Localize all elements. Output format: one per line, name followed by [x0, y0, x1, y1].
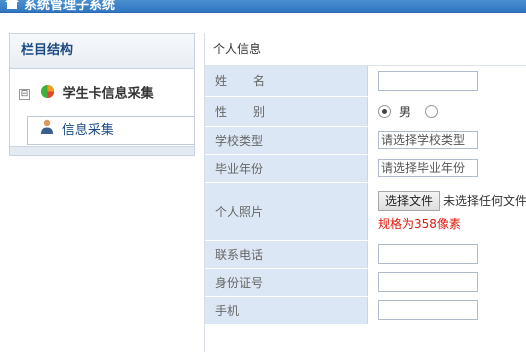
field-label: 性别: [205, 96, 368, 127]
tree-item-label: 信息采集: [61, 123, 114, 138]
field-label: 毕业年份: [205, 154, 368, 183]
phone-input[interactable]: [377, 244, 478, 264]
field-label: 姓名: [205, 66, 368, 97]
tree-node-label: 学生卡信息采集: [62, 86, 154, 102]
graduation-year-select[interactable]: 请选择毕业年份: [377, 159, 478, 177]
id-card-input[interactable]: [377, 272, 478, 292]
app-title: 系统管理子系统: [24, 0, 116, 13]
form-row-gender: 性别 男: [205, 96, 526, 127]
form-row-id-card: 身份证号: [205, 268, 526, 297]
gender-female-radio[interactable]: [424, 104, 438, 118]
name-input[interactable]: [377, 70, 478, 91]
photo-spec-hint: 规格为358像素: [377, 216, 461, 231]
field-label: 个人照片: [205, 182, 368, 241]
file-status: 未选择任何文件: [442, 194, 526, 208]
form-row-school-type: 学校类型 请选择学校类型: [205, 126, 526, 155]
form-row-mobile: 手机: [205, 296, 526, 325]
field-label: 身份证号: [205, 268, 368, 297]
sidebar: 栏目结构 ⊟ 学生卡信息采集 信息采集: [9, 33, 195, 156]
section-title: 个人信息: [205, 33, 526, 66]
field-label: 学校类型: [205, 126, 368, 155]
choose-file-button[interactable]: 选择文件: [377, 190, 440, 211]
gender-male-radio[interactable]: [377, 104, 391, 118]
personal-info-form: 姓名 性别 男 学校类型 请选择学校类型 毕业年份 请选择毕业年份 个人照片 选…: [205, 66, 526, 325]
mobile-input[interactable]: [377, 300, 478, 320]
field-label: 手机: [205, 296, 368, 325]
sidebar-header: 栏目结构: [10, 34, 194, 69]
pie-chart-icon: [40, 84, 55, 105]
collapse-toggle-icon[interactable]: ⊟: [19, 89, 30, 100]
home-icon: [4, 0, 20, 12]
tree-node-student-card[interactable]: ⊟ 学生卡信息采集: [19, 84, 154, 104]
form-panel: 个人信息 姓名 性别 男 学校类型 请选择学校类型 毕业年份 请选择毕业年份 个…: [204, 33, 526, 352]
form-row-grad-year: 毕业年份 请选择毕业年份: [205, 154, 526, 183]
title-bar: 系统管理子系统: [0, 0, 526, 13]
form-row-photo: 个人照片 选择文件 未选择任何文件 规格为358像素: [205, 182, 526, 241]
person-icon: [40, 117, 54, 144]
form-row-phone: 联系电话: [205, 240, 526, 269]
tree-item-info-collection[interactable]: 信息采集: [27, 116, 194, 145]
field-label: 联系电话: [205, 240, 368, 269]
gender-male-label: 男: [398, 104, 411, 119]
sidebar-footer: [10, 146, 194, 155]
school-type-select[interactable]: 请选择学校类型: [377, 131, 478, 149]
form-row-name: 姓名: [205, 66, 526, 97]
